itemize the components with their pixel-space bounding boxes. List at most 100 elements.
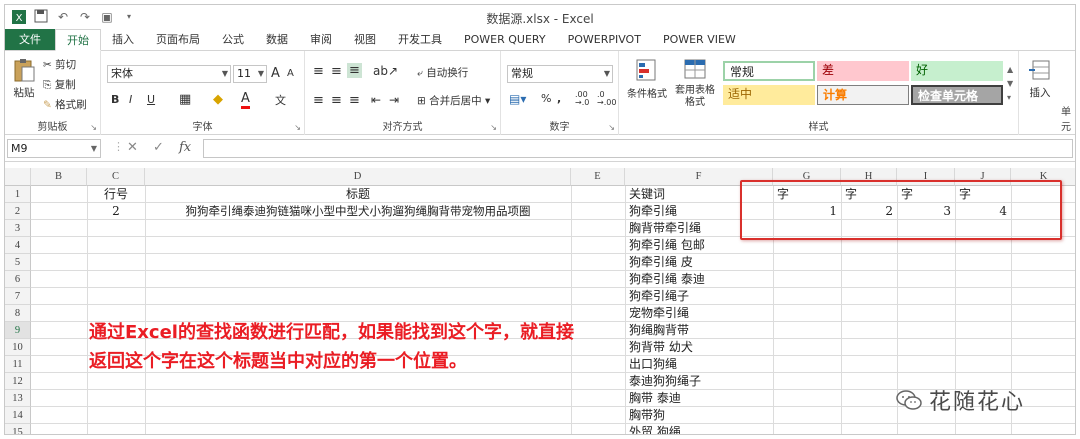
column-header-d[interactable]: D	[145, 168, 571, 186]
cell-f6[interactable]: 狗牵引绳 泰迪	[629, 271, 705, 288]
borders-icon[interactable]: ▦	[179, 92, 191, 107]
decrease-decimal-icon[interactable]: .0 →.00	[597, 91, 616, 107]
row-header-14[interactable]: 14	[5, 407, 31, 424]
select-all-corner[interactable]	[5, 168, 31, 186]
row-header-9[interactable]: 9	[5, 322, 31, 339]
row-header-2[interactable]: 2	[5, 203, 31, 220]
dialog-launcher-icon[interactable]: ↘	[608, 123, 615, 132]
phonetic-button[interactable]: 文	[275, 92, 286, 108]
style-bad[interactable]: 差	[817, 61, 909, 81]
style-normal[interactable]: 常规	[723, 61, 815, 81]
tab-home[interactable]: 开始	[55, 29, 101, 51]
row-header-4[interactable]: 4	[5, 237, 31, 254]
row-header-7[interactable]: 7	[5, 288, 31, 305]
italic-button[interactable]: I	[129, 93, 132, 106]
cell-f9[interactable]: 狗绳胸背带	[629, 322, 689, 339]
row-header-3[interactable]: 3	[5, 220, 31, 237]
cell-f10[interactable]: 狗背带 幼犬	[629, 339, 693, 356]
dialog-launcher-icon[interactable]: ↘	[90, 123, 97, 132]
row-header-12[interactable]: 12	[5, 373, 31, 390]
name-box[interactable]: M9 ▼	[7, 139, 101, 158]
style-neutral[interactable]: 适中	[723, 85, 815, 105]
align-middle-icon[interactable]: ≡	[331, 64, 342, 79]
row-header-11[interactable]: 11	[5, 356, 31, 373]
percent-button[interactable]: %	[541, 92, 551, 105]
font-name-select[interactable]: 宋体 ▼	[107, 65, 231, 83]
row-header-10[interactable]: 10	[5, 339, 31, 356]
bold-button[interactable]: B	[111, 93, 119, 106]
tab-power-view[interactable]: POWER VIEW	[652, 29, 747, 50]
style-calculation[interactable]: 计算	[817, 85, 909, 105]
row-header-15[interactable]: 15	[5, 424, 31, 434]
tab-file[interactable]: 文件	[5, 29, 55, 50]
comma-button[interactable]: ,	[557, 92, 561, 105]
increase-indent-icon[interactable]: ⇥	[389, 93, 399, 107]
currency-icon[interactable]: ▤▾	[509, 92, 526, 106]
tab-insert[interactable]: 插入	[101, 29, 145, 50]
style-good[interactable]: 好	[911, 61, 1003, 81]
align-top-icon[interactable]: ≡	[313, 64, 324, 79]
column-header-e[interactable]: E	[571, 168, 625, 186]
row-header-13[interactable]: 13	[5, 390, 31, 407]
orientation-icon[interactable]: ab↗	[373, 64, 398, 78]
cell-f13[interactable]: 胸带 泰迪	[629, 390, 681, 407]
insert-function-button[interactable]: fx	[179, 140, 191, 155]
worksheet-grid[interactable]: B C D E F G H I J K 1 2 3 4 5 6 7 8 9 10…	[5, 168, 1075, 434]
dialog-launcher-icon[interactable]: ↘	[294, 123, 301, 132]
row-header-8[interactable]: 8	[5, 305, 31, 322]
cell-f1[interactable]: 关键词	[629, 186, 665, 203]
insert-cells-button[interactable]: 插入	[1025, 57, 1055, 100]
font-size-select[interactable]: 11 ▼	[233, 65, 267, 83]
tab-data[interactable]: 数据	[255, 29, 299, 50]
formula-input[interactable]	[203, 139, 1073, 158]
cell-c2[interactable]: 2	[87, 203, 145, 220]
cell-f12[interactable]: 泰迪狗狗绳子	[629, 373, 701, 390]
underline-button[interactable]: U	[147, 93, 155, 106]
tab-view[interactable]: 视图	[343, 29, 387, 50]
shrink-font-button[interactable]: A	[287, 68, 294, 79]
row-header-5[interactable]: 5	[5, 254, 31, 271]
align-center-icon[interactable]: ≡	[331, 93, 342, 108]
cell-f14[interactable]: 胸带狗	[629, 407, 665, 424]
tab-page-layout[interactable]: 页面布局	[145, 29, 211, 50]
cell-f4[interactable]: 狗牵引绳 包邮	[629, 237, 705, 254]
cell-f11[interactable]: 出口狗绳	[629, 356, 677, 373]
cut-button[interactable]: ✂ 剪切	[43, 57, 76, 72]
cell-f8[interactable]: 宠物牵引绳	[629, 305, 689, 322]
conditional-format-button[interactable]: 条件格式	[623, 57, 671, 100]
tab-review[interactable]: 审阅	[299, 29, 343, 50]
paste-button[interactable]: 粘贴	[9, 57, 39, 100]
tab-power-query[interactable]: POWER QUERY	[453, 29, 557, 50]
enter-icon[interactable]: ✓	[153, 140, 164, 155]
cell-f2[interactable]: 狗牵引绳	[629, 203, 677, 220]
merge-center-button[interactable]: ⊞ 合并后居中 ▾	[417, 93, 490, 108]
fill-color-icon[interactable]: ◆	[213, 92, 223, 107]
align-bottom-icon[interactable]: ≡	[347, 63, 362, 78]
column-header-c[interactable]: C	[87, 168, 145, 186]
align-left-icon[interactable]: ≡	[313, 93, 324, 108]
column-header-b[interactable]: B	[31, 168, 87, 186]
format-as-table-button[interactable]: 套用表格格式	[673, 57, 717, 109]
cell-f5[interactable]: 狗牵引绳 皮	[629, 254, 693, 271]
cell-d2[interactable]: 狗狗牵引绳泰迪狗链猫咪小型中型犬小狗遛狗绳胸背带宠物用品项圈	[145, 203, 571, 220]
cell-d1[interactable]: 标题	[145, 186, 571, 203]
align-right-icon[interactable]: ≡	[349, 93, 360, 108]
tab-powerpivot[interactable]: POWERPIVOT	[557, 29, 652, 50]
cell-c1[interactable]: 行号	[87, 186, 145, 203]
row-header-1[interactable]: 1	[5, 186, 31, 203]
copy-button[interactable]: ⎘ 复制	[43, 77, 76, 92]
format-painter-button[interactable]: ✎ 格式刷	[43, 97, 87, 112]
tab-formulas[interactable]: 公式	[211, 29, 255, 50]
cell-f15[interactable]: 外贸 狗绳	[629, 424, 681, 434]
number-format-select[interactable]: 常规 ▼	[507, 65, 613, 83]
grow-font-button[interactable]: A	[271, 66, 280, 81]
cancel-icon[interactable]: ✕	[127, 140, 138, 155]
tab-developer[interactable]: 开发工具	[387, 29, 453, 50]
decrease-indent-icon[interactable]: ⇤	[371, 93, 381, 107]
increase-decimal-icon[interactable]: .00 →.0	[575, 91, 589, 107]
row-header-6[interactable]: 6	[5, 271, 31, 288]
cell-f7[interactable]: 狗牵引绳子	[629, 288, 689, 305]
dialog-launcher-icon[interactable]: ↘	[490, 123, 497, 132]
cell-f3[interactable]: 胸背带牵引绳	[629, 220, 701, 237]
styles-scroll-icon[interactable]: ▲ ▼ ▾	[1007, 63, 1013, 105]
